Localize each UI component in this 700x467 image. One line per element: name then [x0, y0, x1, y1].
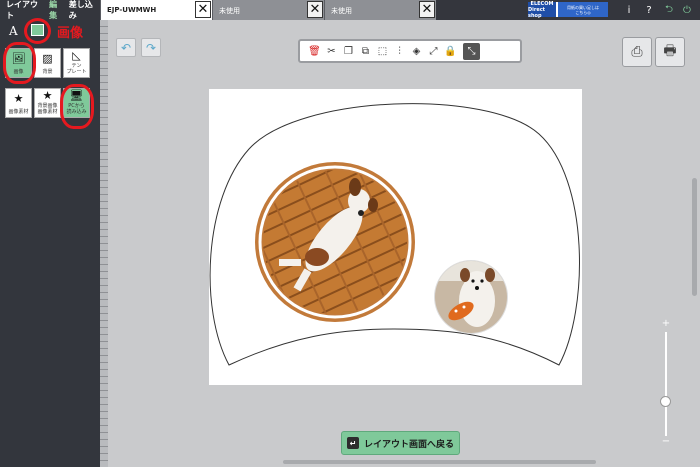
help-icon[interactable]: ?: [642, 2, 656, 18]
printer-icon: 🖶: [663, 43, 677, 59]
main-menu: レイアウト 編集 差し込み: [0, 0, 100, 20]
tab-label: 未使用: [331, 7, 352, 15]
elecom-logo: ELECOM Direct shop: [528, 1, 556, 19]
zoom-slider[interactable]: [665, 332, 667, 436]
elecom-banner[interactable]: ELECOM Direct shop 用紙の買い足しは こちら◎: [528, 1, 608, 19]
document-tabs: EJP-UWMWH ✕ 未使用 ✕ 未使用 ✕: [100, 0, 436, 20]
paste-icon[interactable]: ⧉: [357, 43, 374, 60]
undo-icon: ↶: [120, 40, 132, 55]
delete-icon[interactable]: 🗑: [306, 43, 323, 60]
back-to-layout-button[interactable]: ↵ レイアウト画面へ戻る: [341, 431, 460, 455]
layers-icon[interactable]: ◈: [408, 43, 425, 60]
triangle-ruler-icon: ◺: [72, 49, 81, 62]
template-button[interactable]: ◺ テン プレート: [63, 48, 90, 78]
horizontal-scrollbar[interactable]: [283, 460, 596, 464]
power-icon[interactable]: ⏻: [680, 2, 694, 18]
print-page: [209, 89, 582, 385]
back-to-layout-label: レイアウト画面へ戻る: [364, 439, 455, 450]
cut-icon[interactable]: ✂: [323, 43, 340, 60]
copy-icon[interactable]: ❐: [340, 43, 357, 60]
background-button[interactable]: ▨ 背景: [34, 48, 61, 78]
preview-button[interactable]: ⎙: [622, 37, 652, 67]
info-icon[interactable]: i: [622, 2, 636, 18]
zoom-out-icon[interactable]: −: [660, 436, 672, 447]
select-icon[interactable]: ⬚: [374, 43, 391, 60]
annotation-label: 画像: [57, 26, 84, 41]
tab-label: EJP-UWMWH: [107, 6, 157, 14]
zoom-slider-thumb[interactable]: [660, 396, 671, 407]
tab-unused-1[interactable]: 未使用 ✕: [212, 0, 324, 20]
align-icon[interactable]: ⫶: [391, 43, 408, 60]
return-icon: ↵: [347, 437, 359, 449]
annotation-circle: [3, 42, 36, 84]
annotation-circle: [60, 84, 94, 129]
tab-label: 未使用: [219, 7, 240, 15]
star-icon: ★: [13, 92, 24, 105]
top-bar: レイアウト 編集 差し込み EJP-UWMWH ✕ 未使用 ✕ 未使用 ✕ EL…: [0, 0, 700, 20]
fit-icon[interactable]: ⤡: [463, 42, 480, 60]
redo-icon: ↷: [145, 40, 157, 55]
undo-button[interactable]: ↶: [116, 38, 136, 57]
close-icon[interactable]: ✕: [307, 1, 323, 18]
vertical-ruler: [100, 20, 108, 467]
paper-promo: 用紙の買い足しは こちら◎: [558, 2, 608, 17]
uchiwa-template: [209, 103, 580, 366]
hatch-icon: ▨: [42, 52, 53, 65]
print-button[interactable]: 🖶: [655, 37, 685, 67]
dog-photo-large[interactable]: [249, 159, 429, 329]
edit-toolbar: 🗑 ✂ ❐ ⧉ ⬚ ⫶ ◈ ⤢ 🔒 ⤡: [298, 39, 522, 63]
bg-image-material-button[interactable]: ★ 背景画像 画像素材: [34, 88, 61, 118]
star-icon: ★: [42, 89, 53, 102]
image-material-button[interactable]: ★ 画像素材: [5, 88, 32, 118]
close-icon[interactable]: ✕: [419, 1, 435, 18]
sidebar: A 画像 🖼 画像 ▨ 背景 ◺ テン プレート ★ 画像素材 ★ 背景画像 画…: [0, 18, 100, 467]
annotation-circle: [24, 18, 51, 44]
tab-ejp-uwmwh[interactable]: EJP-UWMWH ✕: [100, 0, 212, 20]
resize-icon[interactable]: ⤢: [425, 43, 442, 60]
text-tool-icon[interactable]: A: [9, 24, 18, 38]
redo-button[interactable]: ↷: [141, 38, 161, 57]
menu-insert[interactable]: 差し込み: [69, 0, 100, 21]
zoom-in-icon[interactable]: +: [660, 318, 672, 329]
close-icon[interactable]: ✕: [195, 1, 211, 18]
lock-icon[interactable]: 🔒: [442, 43, 459, 60]
tab-unused-2[interactable]: 未使用 ✕: [324, 0, 436, 20]
vertical-scrollbar[interactable]: [692, 178, 697, 296]
menu-edit[interactable]: 編集: [49, 0, 65, 21]
undo-back-icon[interactable]: ⮌: [662, 2, 676, 18]
preview-icon: ⎙: [631, 44, 643, 60]
dog-photo-small[interactable]: [429, 259, 519, 339]
